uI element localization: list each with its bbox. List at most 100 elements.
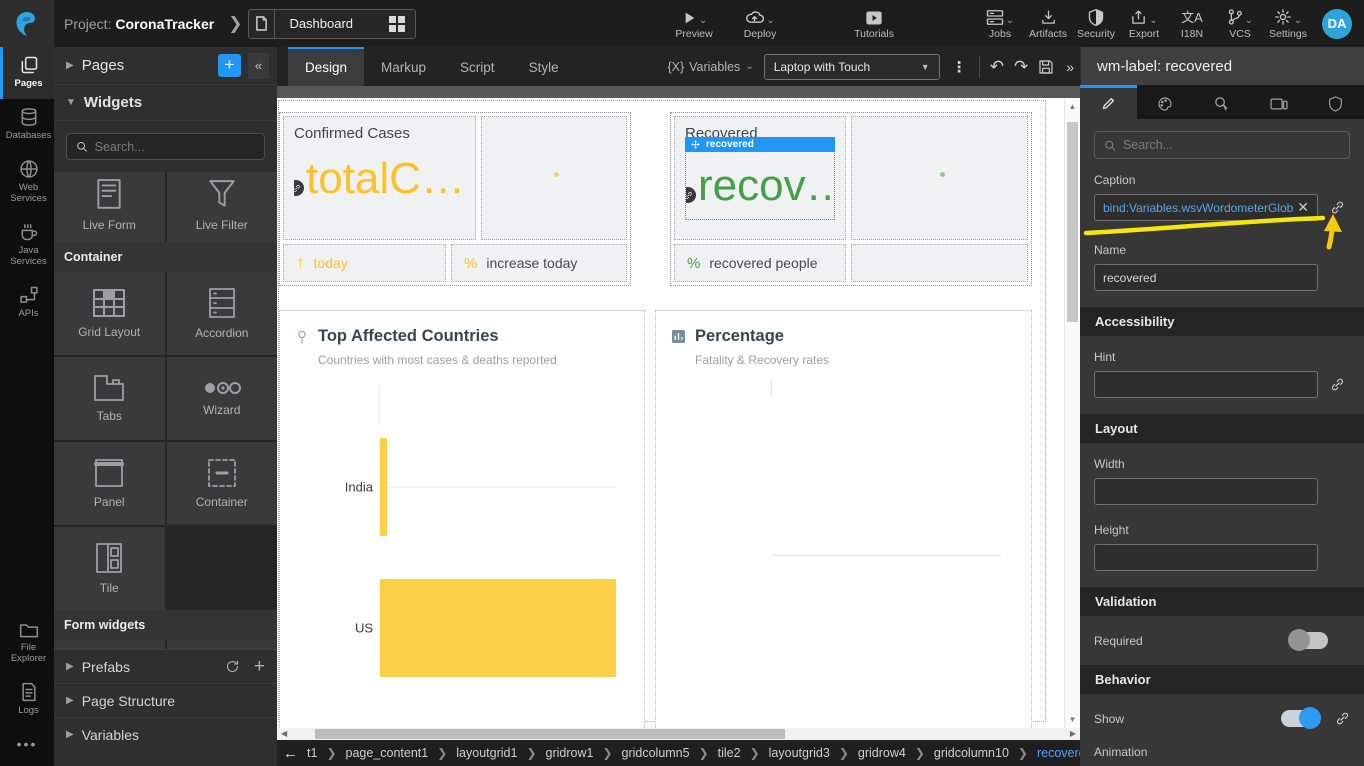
save-button[interactable] [1038, 59, 1054, 75]
chevron-down-icon[interactable]: ⌄ [1006, 16, 1014, 26]
horizontal-scroll-thumb[interactable] [315, 729, 785, 739]
breadcrumb-item-active[interactable]: recovered [1037, 746, 1080, 760]
widget-search-box[interactable] [66, 133, 265, 160]
rail-more-button[interactable]: ••• [0, 726, 54, 766]
chevron-down-icon[interactable]: ⌄ [699, 16, 707, 26]
device-select[interactable]: Laptop with Touch ▼ [764, 54, 940, 80]
chevron-down-icon[interactable]: ⌄ [766, 16, 774, 26]
tab-styles[interactable] [1137, 85, 1194, 119]
i18n-button[interactable]: 文A I18N [1172, 6, 1212, 40]
recovered-empty-cell[interactable] [851, 244, 1028, 282]
section-page-structure[interactable]: ▶ Page Structure [54, 683, 277, 717]
breadcrumb-item[interactable]: layoutgrid1 [456, 746, 517, 760]
user-avatar[interactable]: DA [1322, 9, 1352, 39]
bind-link-icon[interactable] [1330, 377, 1345, 392]
bar-chart[interactable]: India US [280, 377, 644, 728]
recovered-tile[interactable]: Recovered recovered recov… [670, 112, 1032, 286]
bar-us[interactable] [380, 579, 616, 677]
clear-caption-icon[interactable]: ✕ [1297, 199, 1309, 216]
vcs-button[interactable]: ⌄ VCS [1220, 6, 1260, 40]
rail-item-file-explorer[interactable]: File Explorer [0, 613, 54, 674]
scroll-down-arrow[interactable]: ▼ [1065, 715, 1080, 724]
increase-today-label[interactable]: % increase today [451, 244, 627, 282]
widgets-section-row[interactable]: ▼ Widgets [54, 85, 277, 121]
settings-button[interactable]: ⌄ Settings [1268, 6, 1308, 40]
widget-search-input[interactable] [95, 140, 255, 154]
chevron-down-icon[interactable]: ⌄ [1245, 16, 1253, 26]
chevron-right-icon[interactable]: ❯ [228, 14, 242, 34]
widget-tile-panel[interactable]: Panel [54, 442, 165, 525]
top-affected-countries-card[interactable]: Top Affected Countries Countries with mo… [279, 310, 645, 728]
deploy-button[interactable]: ⌄ Deploy [740, 6, 780, 40]
confirmed-cases-tile[interactable]: Confirmed Cases totalC… ↑ today [279, 112, 631, 286]
breadcrumb-item[interactable]: gridrow1 [546, 746, 594, 760]
height-input[interactable] [1094, 544, 1318, 571]
refresh-icon[interactable] [225, 659, 240, 674]
tab-devices[interactable] [1250, 85, 1307, 119]
page-tab-dashboard[interactable]: Dashboard [248, 9, 416, 39]
tutorials-button[interactable]: Tutorials [854, 6, 894, 40]
breadcrumb-item[interactable]: gridrow4 [858, 746, 906, 760]
required-toggle[interactable] [1290, 632, 1328, 649]
chevron-down-icon[interactable]: ⌄ [1149, 16, 1157, 26]
more-options-button[interactable]: ⋮ [950, 58, 969, 76]
tab-security[interactable] [1307, 85, 1364, 119]
confirmed-cases-cell[interactable]: Confirmed Cases totalC… [283, 116, 476, 240]
breadcrumb-item[interactable]: gridcolumn10 [934, 746, 1009, 760]
breadcrumb-item[interactable]: tile2 [718, 746, 741, 760]
selection-tag[interactable]: recovered [685, 137, 835, 152]
bar-india[interactable] [380, 438, 387, 536]
tab-markup[interactable]: Markup [364, 47, 443, 86]
scroll-up-arrow[interactable]: ▲ [1065, 102, 1080, 111]
rail-item-apis[interactable]: APIs [0, 277, 54, 329]
section-variables[interactable]: ▶ Variables [54, 717, 277, 751]
variables-button[interactable]: {X} Variables ⌄ [667, 60, 753, 74]
recovered-cell[interactable]: Recovered recovered recov… [674, 116, 846, 240]
widget-tile-accordion[interactable]: Accordion [167, 272, 278, 355]
app-logo[interactable] [0, 0, 54, 47]
hint-input[interactable] [1094, 371, 1318, 398]
tab-design[interactable]: Design [288, 47, 364, 86]
properties-search-input[interactable] [1123, 138, 1340, 152]
confirmed-side-cell[interactable] [481, 116, 627, 240]
design-canvas[interactable]: Confirmed Cases totalC… ↑ today [277, 98, 1080, 728]
scroll-right-arrow[interactable]: ▶ [1070, 728, 1076, 740]
widget-tile-live-form[interactable]: Live Form [54, 172, 165, 242]
redo-button[interactable]: ↷ [1014, 57, 1028, 77]
confirmed-total-label[interactable]: totalC… [294, 156, 465, 202]
widget-tile-wizard[interactable]: Wizard [167, 357, 278, 440]
recovered-people-label[interactable]: % recovered people [674, 244, 846, 282]
artifacts-button[interactable]: Artifacts [1028, 6, 1068, 40]
percentage-card[interactable]: Percentage Fatality & Recovery rates [655, 310, 1032, 728]
add-prefab-button[interactable]: + [254, 659, 265, 675]
vertical-scroll-thumb[interactable] [1067, 122, 1078, 322]
widget-tile-live-filter[interactable]: Live Filter [167, 172, 278, 242]
page-grid-icon[interactable] [389, 16, 405, 32]
export-button[interactable]: ⌄ Export [1124, 6, 1164, 40]
tab-properties[interactable] [1080, 85, 1137, 119]
bind-link-icon[interactable] [1330, 200, 1345, 215]
rail-item-logs[interactable]: Logs [0, 674, 54, 726]
scroll-left-arrow[interactable]: ◀ [281, 728, 287, 740]
recovered-value-label[interactable]: recov… [686, 163, 834, 209]
undo-button[interactable]: ↶ [990, 57, 1004, 77]
breadcrumb-item[interactable]: gridcolumn5 [622, 746, 690, 760]
properties-search-box[interactable] [1094, 131, 1350, 159]
rail-item-java-services[interactable]: Java Services [0, 214, 54, 277]
tab-events[interactable] [1194, 85, 1251, 119]
empty-chart[interactable] [656, 377, 1031, 728]
preview-button[interactable]: ⌄ Preview [674, 6, 714, 40]
canvas-horizontal-scrollbar[interactable]: ◀ ▶ [277, 728, 1080, 740]
security-button[interactable]: Security [1076, 6, 1116, 40]
section-prefabs[interactable]: ▶ Prefabs + [54, 649, 277, 683]
breadcrumb-item[interactable]: layoutgrid3 [769, 746, 830, 760]
rail-item-web-services[interactable]: Web Services [0, 151, 54, 214]
rail-item-databases[interactable]: Databases [0, 99, 54, 151]
pages-section-row[interactable]: ▶ Pages + « [54, 47, 277, 85]
breadcrumb-item[interactable]: t1 [307, 746, 317, 760]
rail-item-pages[interactable]: Pages [0, 47, 54, 99]
chevron-down-icon[interactable]: ⌄ [1294, 16, 1302, 26]
name-input[interactable] [1094, 264, 1318, 291]
caption-input[interactable]: bind:Variables.wsvWordometerGlobal.c ✕ [1094, 194, 1318, 221]
widget-tile-tile[interactable]: Tile [54, 527, 165, 610]
